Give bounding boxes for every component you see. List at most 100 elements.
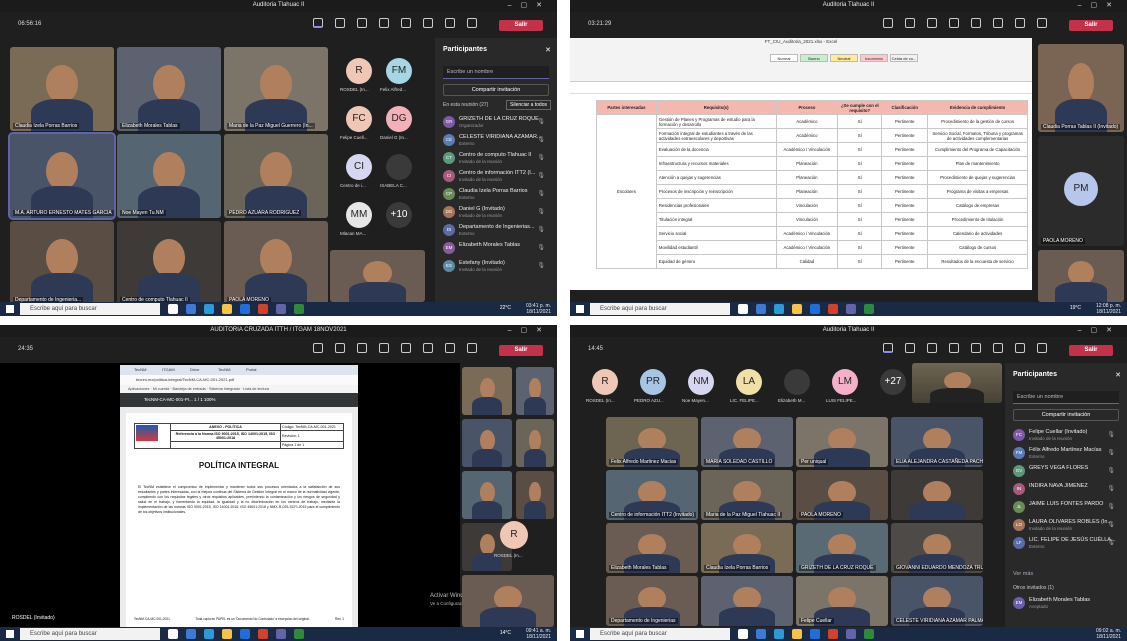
table-cell[interactable]: Sí (837, 128, 883, 143)
table-cell[interactable]: Pertinente (881, 226, 929, 241)
table-cell[interactable]: Catálogo de cursos (927, 240, 1028, 255)
cell-style-option[interactable]: Neutral (830, 54, 858, 62)
table-cell[interactable]: Cumplimiento del Programa de Capacitació… (927, 142, 1028, 157)
store-icon[interactable] (810, 629, 820, 639)
participant-avatar[interactable]: DG (386, 106, 412, 132)
address-bar[interactable]: tecnm.mx/politica-integral/TecNM-CA-MC-0… (120, 375, 358, 385)
table-cell[interactable]: Movilidad estudiantil (655, 240, 777, 255)
search-input[interactable]: Escribe un nombre (1013, 391, 1119, 404)
participant-item[interactable]: CP Claudia Izela Porras Barrios Externo 🎙 (443, 186, 549, 204)
taskview-icon[interactable] (756, 629, 766, 639)
table-cell[interactable]: Vinculación (775, 198, 839, 213)
video-tile[interactable]: Elizabeth Morales Tablas (606, 523, 698, 573)
video-tile-self[interactable] (912, 363, 1002, 403)
video-tile[interactable] (891, 470, 983, 520)
windows-start-icon[interactable] (576, 630, 584, 638)
video-tile[interactable]: Claudia Izela Porras Barrios (701, 523, 793, 573)
video-tile[interactable] (462, 419, 512, 467)
table-cell[interactable]: Sí (837, 226, 883, 241)
participant-avatar[interactable]: FC (346, 106, 372, 132)
video-tile[interactable] (516, 419, 554, 467)
taskbar-search-input[interactable]: Escribe aquí para buscar (20, 628, 160, 640)
windows-start-icon[interactable] (576, 305, 584, 313)
video-tile[interactable] (516, 471, 554, 519)
participants-icon[interactable] (313, 343, 323, 353)
video-tile[interactable]: ELIA ALEJANDRA CASTAÑEDA PACH... (891, 417, 983, 467)
column-header[interactable]: Proceso (775, 100, 839, 115)
video-tile[interactable]: PEDRO AZUARA RODRIGUEZ (224, 134, 328, 218)
table-cell[interactable]: Gestión de Planes y Programas de estudio… (655, 114, 777, 129)
video-tile[interactable] (1038, 250, 1124, 302)
video-tile[interactable]: Per uniqual (796, 417, 888, 467)
participant-avatar[interactable]: R (346, 58, 372, 84)
explorer-icon[interactable] (222, 629, 232, 639)
taskbar-search-input[interactable]: Escribe aquí para buscar (590, 628, 730, 640)
participant-avatar[interactable]: R (500, 521, 528, 549)
rooms-icon[interactable] (379, 18, 389, 28)
column-header[interactable]: Partes interesadas (596, 100, 657, 115)
cell-style-option[interactable]: Incorrecto (860, 54, 888, 62)
window-controls[interactable]: –▢✕ (508, 326, 551, 334)
cortana-icon[interactable] (168, 629, 178, 639)
mic-icon[interactable] (1015, 343, 1025, 353)
table-cell[interactable]: Procesos de inscripción y reinscripción (655, 184, 777, 199)
browser-tab[interactable]: TecNM (134, 367, 146, 372)
participant-item[interactable]: LF LIC. FELIPE DE JESÚS CUÉLLA... Externo 🎙 (1013, 535, 1119, 553)
windows-start-icon[interactable] (6, 305, 14, 313)
table-cell[interactable]: Planeación (775, 156, 839, 171)
leave-button[interactable]: Salir (1069, 20, 1113, 31)
video-tile[interactable] (462, 575, 554, 627)
table-cell[interactable]: Planeación (775, 184, 839, 199)
table-cell[interactable]: Titulación integral (655, 212, 777, 227)
table-cell[interactable]: Calendario de actividades (927, 226, 1028, 241)
explorer-icon[interactable] (222, 304, 232, 314)
video-tile[interactable]: GRIZETH DE LA CRUZ ROQUE (796, 523, 888, 573)
close-icon[interactable]: ✕ (545, 46, 551, 54)
teams-icon[interactable] (276, 304, 286, 314)
participant-avatar[interactable]: PR (640, 369, 666, 395)
video-tile[interactable]: Felix Alfredo Martinez Macias (606, 417, 698, 467)
table-cell[interactable]: Vinculación (775, 212, 839, 227)
participant-avatar[interactable]: CI (346, 154, 372, 180)
column-header[interactable]: ¿Se cumple con el requisito? (837, 100, 883, 115)
table-cell[interactable]: Infraestructura y recursos materiales (655, 156, 777, 171)
table-cell[interactable]: Planeación (775, 170, 839, 185)
cell-style-option[interactable]: Normal (770, 54, 798, 62)
section-label[interactable]: En esta reunión (27) (443, 102, 488, 108)
camera-icon[interactable] (423, 18, 433, 28)
formula-bar[interactable] (570, 84, 1032, 94)
table-cell[interactable]: Plan de mantenimiento (927, 156, 1028, 171)
table-cell[interactable]: Pertinente (881, 114, 929, 129)
cortana-icon[interactable] (738, 304, 748, 314)
table-cell[interactable]: Sí (837, 254, 883, 269)
edge-icon[interactable] (204, 629, 214, 639)
cell-style-option[interactable]: Bueno (800, 54, 828, 62)
window-controls[interactable]: –▢✕ (1078, 1, 1121, 9)
table-cell[interactable]: Pertinente (881, 184, 929, 199)
participant-avatar[interactable]: R (592, 369, 618, 395)
column-header[interactable]: Clasificación (881, 100, 929, 115)
mic-icon[interactable] (1015, 18, 1025, 28)
column-header[interactable]: Requisito(s) (655, 100, 777, 115)
explorer-icon[interactable] (792, 629, 802, 639)
video-tile[interactable]: CELESTE VIRIDIANA AZAMAR PALMA (891, 576, 983, 626)
reactions-icon[interactable] (357, 343, 367, 353)
participant-avatar[interactable] (386, 154, 412, 180)
participant-avatar[interactable]: MM (346, 202, 372, 228)
table-cell[interactable]: Sí (837, 170, 883, 185)
participant-item[interactable]: LO LAURA OLIVARES ROBLES (In... Invitado d… (1013, 517, 1119, 535)
table-cell[interactable]: Sí (837, 114, 883, 129)
participant-item[interactable]: IN INDIRA NAVA JIMENEZ 🎙 (1013, 481, 1119, 499)
mic-icon[interactable] (445, 18, 455, 28)
participant-avatar[interactable]: +27 (880, 369, 906, 395)
cortana-icon[interactable] (738, 629, 748, 639)
camera-icon[interactable] (993, 343, 1003, 353)
cell-style-option[interactable]: Celda de co... (890, 54, 918, 62)
participant-item[interactable]: ES Estefany (Invitado) Invitado de la reun… (443, 258, 549, 276)
video-tile[interactable]: MARIA SOLEDAD CASTILLO (701, 417, 793, 467)
taskview-icon[interactable] (186, 629, 196, 639)
store-icon[interactable] (810, 304, 820, 314)
video-tile[interactable] (462, 471, 512, 519)
table-cell[interactable]: Pertinente (881, 142, 929, 157)
video-tile[interactable] (330, 250, 425, 302)
